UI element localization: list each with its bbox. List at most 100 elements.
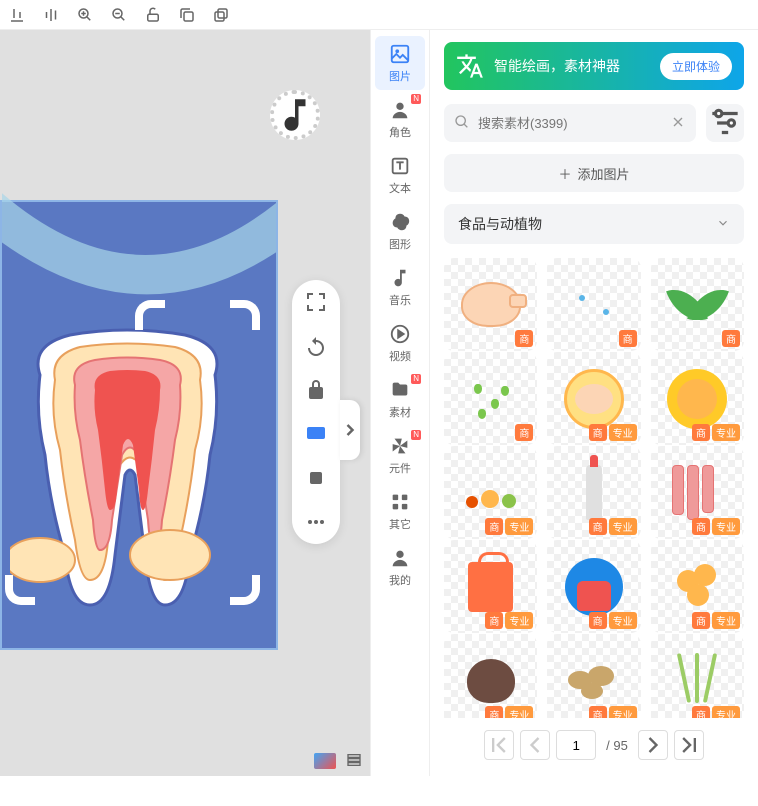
- nav-item-video[interactable]: 视频: [375, 316, 425, 370]
- asset-badge: 专业: [505, 706, 533, 718]
- folder-icon: [389, 379, 411, 401]
- asset-badge: 商: [692, 706, 710, 718]
- right-panel: 智能绘画，素材神器 立即体验 ＋ 添加图片 食品与动植物 商商商商商专业商专业商…: [430, 30, 758, 776]
- rotate-icon[interactable]: [304, 334, 328, 358]
- frame-corner-bl: [5, 575, 35, 605]
- nav-item-image[interactable]: 图片: [375, 36, 425, 90]
- asset-badge: 商: [485, 706, 503, 718]
- asset-badge: 专业: [712, 612, 740, 629]
- lock-icon[interactable]: [304, 378, 328, 402]
- asset-badge: 专业: [609, 518, 637, 535]
- align-center-v-icon[interactable]: [42, 6, 60, 24]
- layers-icon[interactable]: [304, 466, 328, 490]
- asset-item[interactable]: 商: [444, 258, 537, 351]
- asset-badge: 专业: [609, 706, 637, 718]
- banner-text: 智能绘画，素材神器: [494, 56, 650, 76]
- search-input[interactable]: [478, 116, 670, 131]
- asset-item[interactable]: 商: [444, 352, 537, 445]
- asset-grid: 商商商商商专业商专业商专业商专业商专业商专业商专业商专业商专业商专业商专业: [444, 258, 744, 718]
- person-icon: [389, 99, 411, 121]
- scene-list-icon[interactable]: [346, 752, 362, 771]
- align-bottom-icon[interactable]: [8, 6, 26, 24]
- search-box: [444, 104, 696, 142]
- asset-badge: 专业: [505, 612, 533, 629]
- nav-item-text[interactable]: 文本: [375, 148, 425, 202]
- asset-item[interactable]: 商专业: [547, 634, 640, 718]
- filter-button[interactable]: [706, 104, 744, 142]
- paste-icon[interactable]: [212, 6, 230, 24]
- asset-item[interactable]: 商专业: [651, 446, 744, 539]
- asset-badge: 商: [619, 330, 637, 347]
- page-total: / 95: [602, 738, 632, 753]
- pinwheel-icon: [389, 435, 411, 457]
- tooth-illustration: [10, 325, 245, 625]
- asset-item[interactable]: 商专业: [547, 446, 640, 539]
- user-icon: [389, 547, 411, 569]
- floating-toolbar: [292, 280, 340, 544]
- asset-badge: 商: [589, 518, 607, 535]
- new-badge: N: [411, 94, 421, 104]
- expand-handle[interactable]: [340, 400, 360, 460]
- asset-item[interactable]: 商专业: [444, 634, 537, 718]
- more-icon[interactable]: [304, 510, 328, 534]
- new-badge: N: [411, 430, 421, 440]
- asset-badge: 专业: [712, 518, 740, 535]
- nav-item-other[interactable]: 其它: [375, 484, 425, 538]
- nav-item-role[interactable]: 角色N: [375, 92, 425, 146]
- banner-cta-button[interactable]: 立即体验: [660, 53, 732, 80]
- page-last-button[interactable]: [674, 730, 704, 760]
- asset-badge: 商: [589, 706, 607, 718]
- unlock-icon[interactable]: [144, 6, 162, 24]
- asset-badge: 商: [485, 518, 503, 535]
- copy-icon[interactable]: [178, 6, 196, 24]
- nav-item-shape[interactable]: 图形: [375, 204, 425, 258]
- side-nav: 图片角色N文本图形音乐视频素材N元件N其它我的: [370, 30, 430, 776]
- chevron-down-icon: [716, 216, 730, 233]
- asset-item[interactable]: 商专业: [651, 634, 744, 718]
- add-image-button[interactable]: ＋ 添加图片: [444, 154, 744, 192]
- play-icon: [389, 323, 411, 345]
- zoom-in-icon[interactable]: [76, 6, 94, 24]
- canvas-area[interactable]: [0, 30, 370, 776]
- grid-icon: [389, 491, 411, 513]
- asset-item[interactable]: 商专业: [444, 446, 537, 539]
- asset-item[interactable]: 商专业: [651, 540, 744, 633]
- asset-item[interactable]: 商专业: [547, 540, 640, 633]
- top-toolbar: [0, 0, 758, 30]
- asset-item[interactable]: 商专业: [651, 352, 744, 445]
- nav-item-mine[interactable]: 我的: [375, 540, 425, 594]
- asset-item[interactable]: 商专业: [547, 352, 640, 445]
- asset-item[interactable]: 商: [651, 258, 744, 351]
- clear-icon[interactable]: [670, 114, 686, 133]
- display-icon[interactable]: [304, 422, 328, 446]
- asset-badge: 专业: [609, 424, 637, 441]
- asset-badge: 商: [589, 424, 607, 441]
- image-icon: [389, 43, 411, 65]
- asset-item[interactable]: 商专业: [444, 540, 537, 633]
- frame-corner-tl: [135, 300, 165, 330]
- category-select[interactable]: 食品与动植物: [444, 204, 744, 244]
- shape-icon: [389, 211, 411, 233]
- nav-item-music[interactable]: 音乐: [375, 260, 425, 314]
- nav-item-component[interactable]: 元件N: [375, 428, 425, 482]
- asset-badge: 商: [515, 424, 533, 441]
- fullscreen-icon[interactable]: [304, 290, 328, 314]
- scene-thumb-icon[interactable]: [314, 753, 336, 769]
- ai-banner: 智能绘画，素材神器 立即体验: [444, 42, 744, 90]
- asset-item[interactable]: 商: [547, 258, 640, 351]
- page-input[interactable]: [556, 730, 596, 760]
- asset-badge: 商: [692, 518, 710, 535]
- asset-badge: 商: [722, 330, 740, 347]
- zoom-out-icon[interactable]: [110, 6, 128, 24]
- nav-item-asset[interactable]: 素材N: [375, 372, 425, 426]
- music-bubble[interactable]: [270, 90, 320, 140]
- asset-badge: 专业: [712, 706, 740, 718]
- pagination: / 95: [444, 718, 744, 764]
- new-badge: N: [411, 374, 421, 384]
- asset-badge: 商: [692, 612, 710, 629]
- page-next-button[interactable]: [638, 730, 668, 760]
- search-icon: [454, 114, 470, 133]
- page-first-button[interactable]: [484, 730, 514, 760]
- page-prev-button[interactable]: [520, 730, 550, 760]
- text-icon: [389, 155, 411, 177]
